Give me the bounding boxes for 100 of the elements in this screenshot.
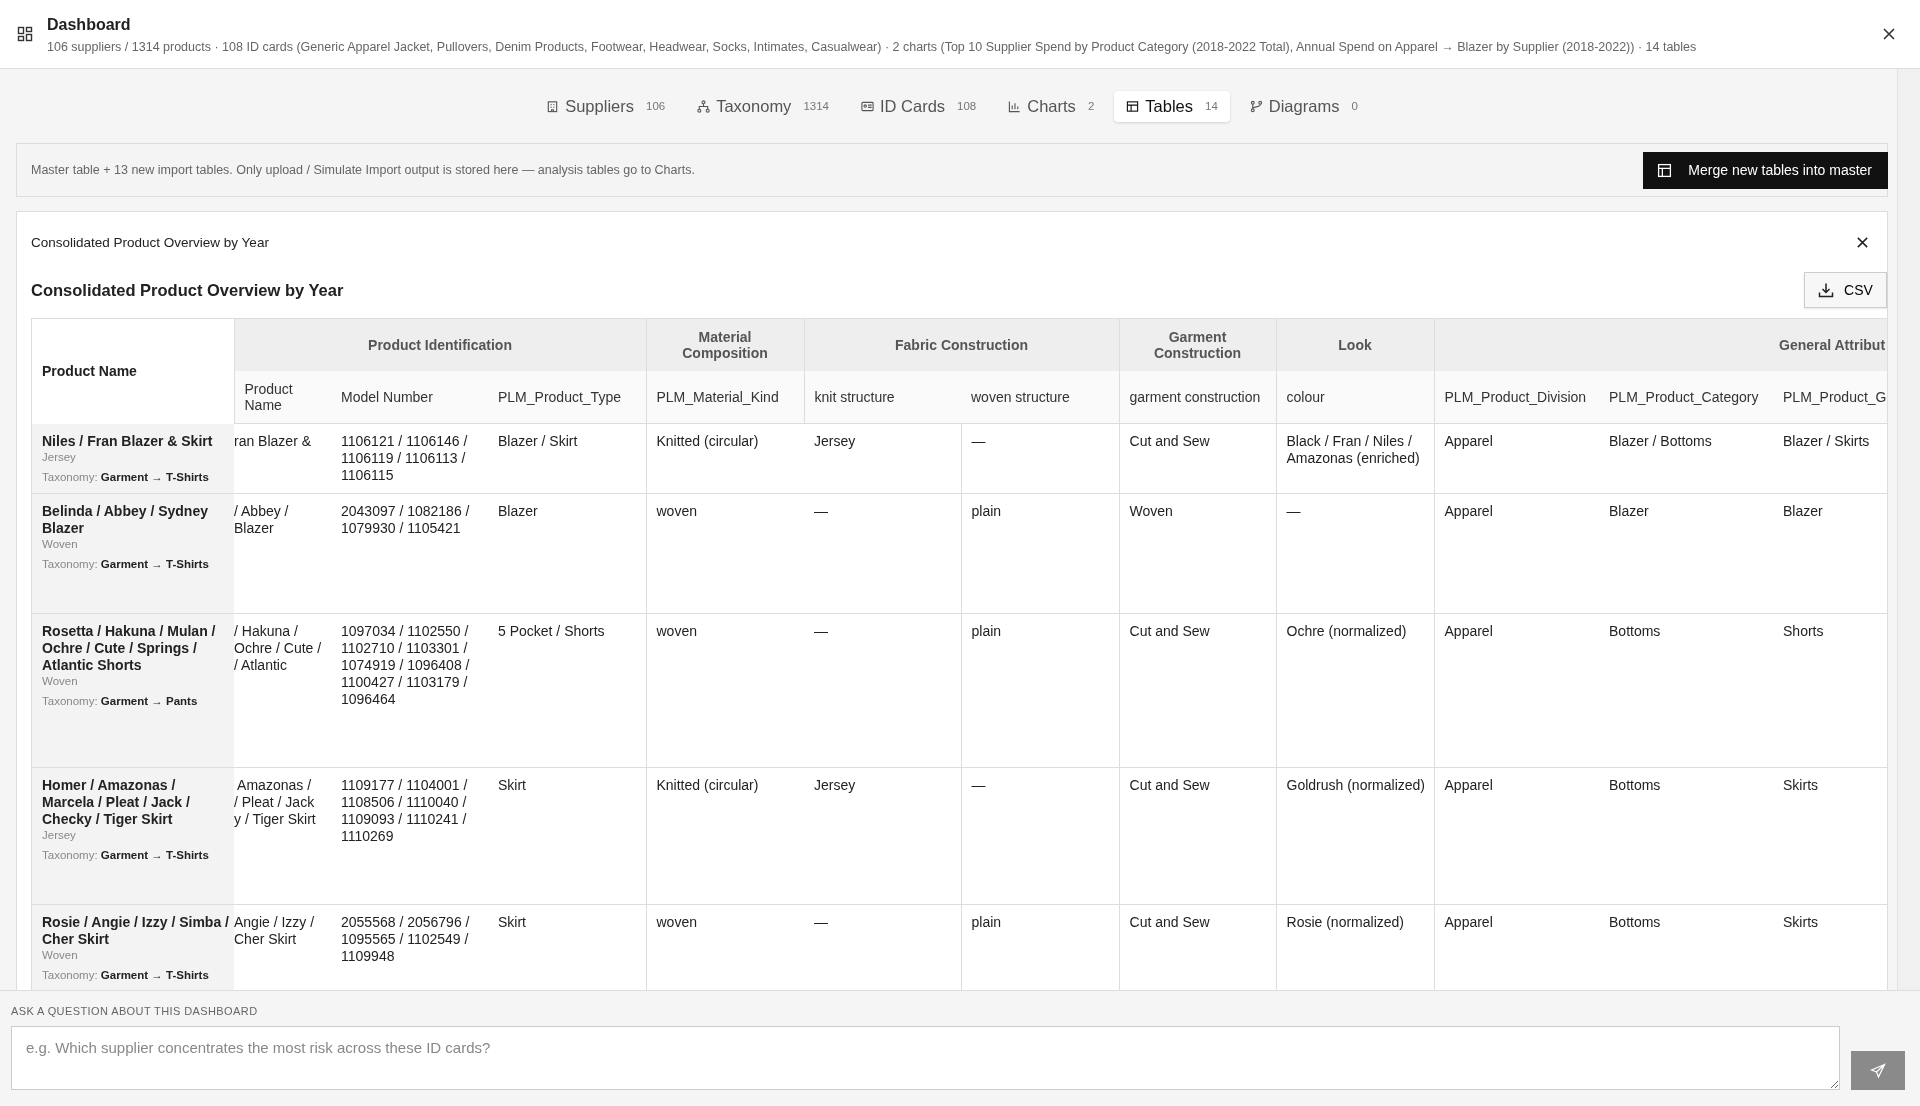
table-cell: Blazer / Bottoms <box>1609 433 1712 449</box>
table-cell: Bottoms <box>1609 777 1661 793</box>
scrollbar[interactable] <box>1897 69 1920 990</box>
table-cell: Knitted (circular) <box>656 777 759 793</box>
table-cell: Amazonas / / Pleat / Jack y / Tiger Skirt <box>234 777 316 827</box>
table-cell: 5 Pocket / Shorts <box>498 623 605 639</box>
table-cell: Cut and Sew <box>1129 777 1210 793</box>
table-cell: Apparel <box>1444 623 1493 639</box>
table-icon <box>1126 99 1140 113</box>
close-icon <box>1882 27 1896 41</box>
table-cell: ran Blazer & <box>234 433 312 449</box>
column-header: colour <box>1276 371 1434 424</box>
fabric-label: Jersey <box>42 828 77 843</box>
table-cell: — <box>814 623 828 639</box>
tab[interactable]: Suppliers 106 <box>534 90 678 122</box>
tab[interactable]: Taxonomy 1314 <box>685 90 841 122</box>
table-cell: Knitted (circular) <box>656 433 759 449</box>
table-cell: Skirt <box>498 777 526 793</box>
dashboard-summary: 106 suppliers / 1314 products · 108 ID cards (Generic Apparel Jacket, Pullovers, Denim Products, Footwear, Headwear, Socks, Intimates, Casualwear) · 2 charts (Top 10 Supplier Spend by Product Category (2018-2022 Total), Annual Spend on Apparel → Blazer by Supplier (2018-2022)) · 14 tables <box>47 40 1698 54</box>
table-cell: 2055568 / 2056796 / 1095565 / 1102549 / 1109948 <box>341 914 470 964</box>
table-cell: Bottoms <box>1609 914 1661 930</box>
question-label: ASK A QUESTION ABOUT THIS DASHBOARD <box>11 1005 259 1017</box>
product-name: Homer / Amazonas / Marcela / Pleat / Jack / Checky / Tiger Skirt <box>42 777 191 828</box>
table-cell: Bottoms <box>1609 623 1661 639</box>
table-cell: 1097034 / 1102550 / 1102710 / 1103301 / 1074919 / 1096408 / 1100427 / 1103179 / 1096464 <box>341 623 470 707</box>
taxonomy-label: Taxonomy: Garment → T-Shirts <box>42 469 210 485</box>
send-icon <box>1870 1062 1886 1079</box>
table-cell: woven <box>656 914 697 930</box>
tab[interactable]: Diagrams 0 <box>1237 90 1370 122</box>
column-header: PLM_Product_Division <box>1434 371 1599 424</box>
download-icon <box>1818 282 1835 298</box>
table-cell: Apparel <box>1444 503 1493 519</box>
table-cell: Blazer / Skirt <box>498 433 578 449</box>
table-cell: — <box>814 503 828 519</box>
tab[interactable]: Tables 14 <box>1114 90 1230 122</box>
column-group-header: Material Composition <box>646 319 804 371</box>
table-cell: Jersey <box>814 433 856 449</box>
column-header: knit structure <box>804 371 961 424</box>
column-group-header: Product Identification <box>234 319 646 371</box>
table-cell: Angie / Izzy / Cher Skirt <box>234 914 315 947</box>
tab[interactable]: Charts 2 <box>996 90 1107 122</box>
table-cell: plain <box>971 623 1002 639</box>
branch-icon <box>1249 99 1263 113</box>
product-name: Rosetta / Hakuna / Mulan / Ochre / Cute / Springs / Atlantic Shorts <box>42 623 217 674</box>
column-header: garment construction <box>1119 371 1276 424</box>
taxonomy-label: Taxonomy: Garment → T-Shirts <box>42 848 210 863</box>
table-title: Consolidated Product Overview by Year <box>31 280 344 300</box>
table-cell: Blazer <box>1609 503 1649 519</box>
table-cell: Black / Fran / Niles / Amazonas (enriched) <box>1286 433 1420 466</box>
table-cell: Apparel <box>1444 777 1493 793</box>
column-header: Model Number <box>331 371 488 424</box>
table-cell: plain <box>971 914 1002 930</box>
table-cell: — <box>971 433 986 449</box>
table-cell: Cut and Sew <box>1129 914 1210 930</box>
table-cell: Cut and Sew <box>1129 433 1210 449</box>
building-icon <box>546 99 560 113</box>
fabric-label: Woven <box>42 537 79 552</box>
column-header: Product Name <box>32 319 234 424</box>
taxonomy-label: Taxonomy: Garment → Pants <box>42 694 199 709</box>
column-header: woven structure <box>961 371 1119 424</box>
table-cell: 1106121 / 1106146 / 1106119 / 1106113 / 1106115 <box>341 433 468 483</box>
table-cell: woven <box>656 623 697 639</box>
hierarchy-icon <box>697 99 711 113</box>
product-name: Rosie / Angie / Izzy / Simba / Cher Skirt <box>42 914 230 948</box>
table-cell: Blazer / Skirts <box>1783 433 1870 449</box>
table-cell: Apparel <box>1444 433 1493 449</box>
table-cell: Jersey <box>814 777 856 793</box>
table-cell: 1109177 / 1104001 / 1108506 / 1110040 / 1109093 / 1110241 / 1110269 <box>341 777 468 844</box>
taxonomy-label: Taxonomy: Garment → T-Shirts <box>42 557 210 572</box>
question-field[interactable]: e.g. Which supplier concentrates the most risk across these ID cards? <box>11 1026 1840 1090</box>
table-cell: woven <box>656 503 697 519</box>
column-header: PLM_Product_Type <box>488 371 646 424</box>
id-card-icon <box>860 99 874 113</box>
window-title: Dashboard <box>47 16 132 34</box>
table-cell: Skirts <box>1783 777 1818 793</box>
table-cell: — <box>971 777 986 793</box>
table-cell: Skirt <box>498 914 526 930</box>
banner-text: Master table + 13 new import tables. Only upload / Simulate Import output is stored here — analysis tables go to Charts. <box>31 163 695 177</box>
table-cell: Blazer <box>498 503 538 519</box>
close-icon <box>1856 235 1869 249</box>
table-cell: — <box>1286 503 1301 519</box>
column-header: PLM_Material_Kind <box>646 371 804 424</box>
fabric-label: Woven <box>42 674 79 689</box>
column-group-header: Look <box>1276 319 1434 371</box>
taxonomy-label: Taxonomy: Garment → T-Shirts <box>42 968 210 983</box>
bar-chart-icon <box>1008 99 1022 113</box>
fabric-label: Jersey <box>42 449 77 465</box>
column-header: Product Name <box>234 371 331 424</box>
table-cell: 2043097 / 1082186 / 1079930 / 1105421 <box>341 503 470 536</box>
table-cell: Cut and Sew <box>1129 623 1210 639</box>
dashboard-icon <box>17 26 33 42</box>
merge-button[interactable]: Merge new tables into master <box>1643 151 1888 189</box>
column-header: PLM_Product_Category <box>1599 371 1773 424</box>
product-name: Niles / Fran Blazer & Skirt <box>42 432 214 450</box>
csv-button[interactable]: CSV <box>1804 272 1887 308</box>
table-cell: plain <box>971 503 1002 519</box>
column-group-header: Fabric Construction <box>804 319 1119 371</box>
tab[interactable]: ID Cards 108 <box>848 90 989 122</box>
table-cell: — <box>814 914 828 930</box>
table-cell: / Hakuna / Ochre / Cute / / Atlantic <box>234 623 322 673</box>
